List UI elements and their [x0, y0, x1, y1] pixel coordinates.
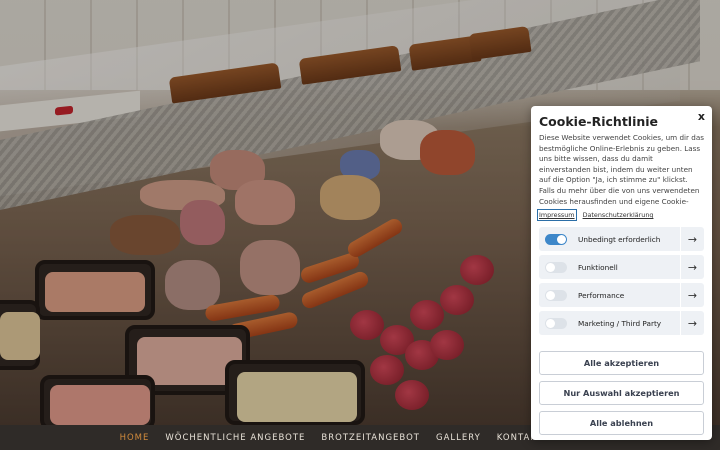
- nav-item-brotzeit[interactable]: BROTZEITANGEBOT: [321, 433, 420, 443]
- privacy-policy-link[interactable]: Datenschutzerklärung: [583, 211, 654, 219]
- toggle-performance[interactable]: [545, 289, 567, 301]
- category-marketing[interactable]: Marketing / Third Party →: [539, 311, 704, 335]
- arrow-right-icon[interactable]: →: [680, 255, 704, 279]
- cookie-links: Impressum Datenschutzerklärung: [537, 209, 704, 221]
- toggle-marketing[interactable]: [545, 317, 567, 329]
- cookie-consent-panel: Cookie-Richtlinie x Diese Website verwen…: [531, 106, 712, 440]
- cookie-categories: Unbedingt erforderlich → Funktionell → P…: [539, 227, 704, 335]
- accept-all-button[interactable]: Alle akzeptieren: [539, 351, 704, 375]
- category-label: Funktionell: [578, 262, 618, 272]
- accept-selection-button[interactable]: Nur Auswahl akzeptieren: [539, 381, 704, 405]
- toggle-necessary[interactable]: [545, 233, 567, 245]
- category-performance[interactable]: Performance →: [539, 283, 704, 307]
- category-functional[interactable]: Funktionell →: [539, 255, 704, 279]
- category-label: Marketing / Third Party: [578, 318, 662, 328]
- reject-all-button[interactable]: Alle ablehnen: [539, 411, 704, 435]
- arrow-right-icon[interactable]: →: [680, 283, 704, 307]
- impressum-link[interactable]: Impressum: [537, 209, 577, 221]
- close-icon[interactable]: x: [698, 110, 705, 123]
- nav-item-gallery[interactable]: GALLERY: [436, 433, 481, 443]
- category-necessary[interactable]: Unbedingt erforderlich →: [539, 227, 704, 251]
- cookie-description: Diese Website verwendet Cookies, um dir …: [539, 133, 704, 206]
- nav-item-weekly-offers[interactable]: WÖCHENTLICHE ANGEBOTE: [165, 433, 305, 443]
- toggle-functional[interactable]: [545, 261, 567, 273]
- cookie-title: Cookie-Richtlinie: [539, 114, 659, 129]
- arrow-right-icon[interactable]: →: [680, 227, 704, 251]
- category-label: Performance: [578, 290, 625, 300]
- category-label: Unbedingt erforderlich: [578, 234, 661, 244]
- nav-item-home[interactable]: HOME: [120, 433, 150, 443]
- arrow-right-icon[interactable]: →: [680, 311, 704, 335]
